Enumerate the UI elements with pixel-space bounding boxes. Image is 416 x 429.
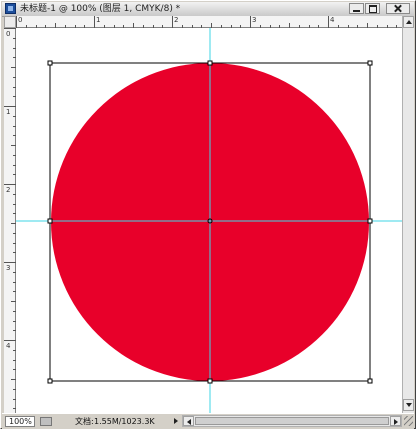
arrow-down-icon — [406, 403, 412, 407]
scroll-left-button[interactable] — [183, 416, 194, 426]
handle-bottom-right[interactable] — [367, 378, 373, 384]
vertical-scrollbar[interactable] — [402, 16, 414, 413]
title-bar[interactable]: 未标题-1 @ 100% (图层 1, CMYK/8) * — [2, 2, 414, 17]
handle-top-center[interactable] — [207, 60, 213, 66]
handle-bottom-left[interactable] — [47, 378, 53, 384]
v-ruler-label-2: 2 — [6, 186, 11, 194]
status-menu-arrow-icon[interactable] — [174, 418, 178, 424]
handle-middle-right[interactable] — [367, 218, 373, 224]
v-ruler-label-3: 3 — [6, 264, 11, 272]
handle-top-right[interactable] — [367, 60, 373, 66]
horizontal-scrollbar[interactable] — [182, 415, 402, 427]
h-ruler-label-0: 0 — [18, 16, 23, 24]
status-bar: 100% 文档: 1.55M/1023.3K — [2, 413, 414, 429]
arrow-left-icon — [187, 419, 191, 425]
vertical-ruler-ticks — [4, 28, 16, 409]
scroll-right-button[interactable] — [390, 416, 401, 426]
navigator-icon[interactable] — [40, 417, 52, 426]
h-ruler-label-2: 2 — [174, 16, 179, 24]
document-window: 未标题-1 @ 100% (图层 1, CMYK/8) * 0 1 2 3 4 … — [0, 0, 416, 429]
h-ruler-label-1: 1 — [96, 16, 101, 24]
arrow-up-icon — [406, 20, 412, 24]
handle-bottom-center[interactable] — [207, 378, 213, 384]
scroll-up-button[interactable] — [403, 16, 414, 28]
photoshop-icon — [5, 3, 16, 14]
handle-middle-left[interactable] — [47, 218, 53, 224]
v-ruler-label-0: 0 — [6, 30, 11, 38]
close-button[interactable] — [386, 3, 410, 14]
maximize-button[interactable] — [365, 3, 380, 14]
zoom-level-field[interactable]: 100% — [5, 416, 35, 427]
document-size-value: 1.55M/1023.3K — [94, 417, 155, 426]
scroll-down-button[interactable] — [403, 399, 414, 411]
minimize-button[interactable] — [349, 3, 364, 14]
horizontal-ruler-ticks — [16, 16, 397, 28]
horizontal-ruler[interactable]: 0 1 2 3 4 — [16, 16, 402, 28]
arrow-right-icon — [394, 419, 398, 425]
horizontal-scroll-thumb[interactable] — [195, 417, 389, 425]
ruler-origin[interactable] — [4, 16, 16, 28]
v-ruler-label-4: 4 — [6, 342, 11, 350]
resize-grip-icon[interactable] — [404, 416, 413, 426]
window-title: 未标题-1 @ 100% (图层 1, CMYK/8) * — [20, 4, 181, 14]
handle-top-left[interactable] — [47, 60, 53, 66]
document-canvas[interactable] — [16, 28, 402, 413]
v-ruler-label-1: 1 — [6, 108, 11, 116]
document-size-label: 文档: — [75, 417, 94, 426]
h-ruler-label-4: 4 — [330, 16, 335, 24]
canvas-artwork — [16, 28, 402, 413]
h-ruler-label-3: 3 — [252, 16, 257, 24]
vertical-ruler[interactable]: 0 1 2 3 4 — [4, 28, 16, 413]
